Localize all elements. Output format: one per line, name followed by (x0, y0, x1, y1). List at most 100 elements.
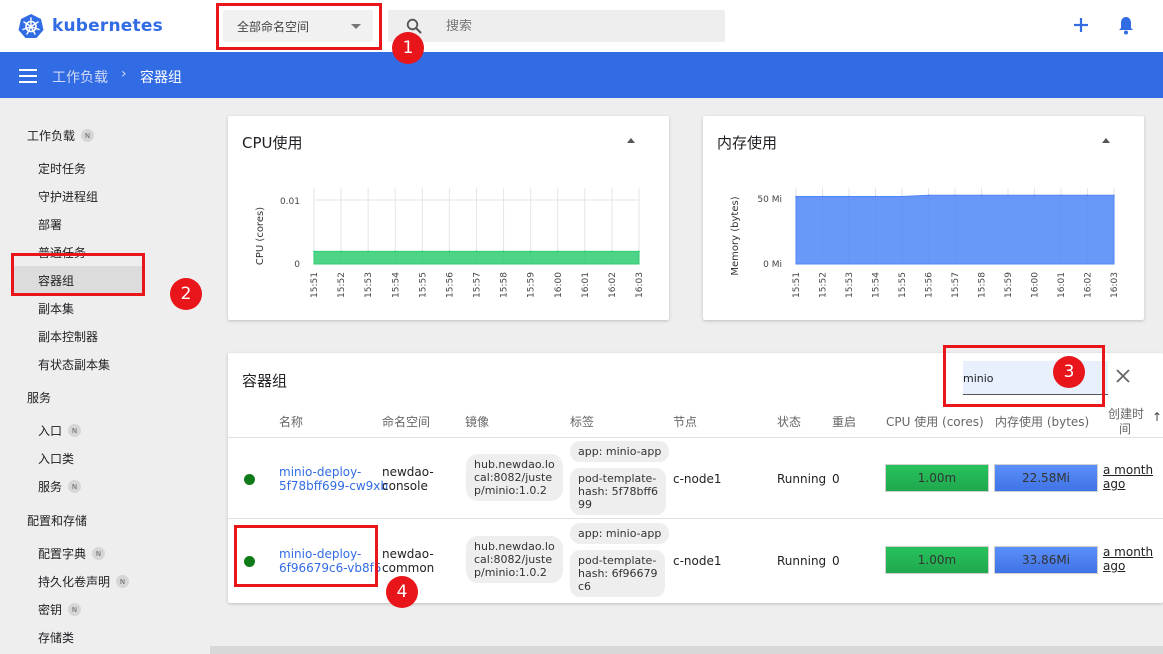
x-tick-label: 15:51 (310, 272, 320, 298)
pod-name-link[interactable]: minio-deploy- 5f78bff699-cw9xb (279, 465, 388, 493)
x-tick-label: 15:52 (819, 272, 829, 298)
sidebar-item-configmaps[interactable]: 配置字典 N (38, 545, 106, 562)
label-hash-line3: 99 (578, 498, 592, 511)
y-tick-label: 0 Mi (763, 260, 782, 270)
column-header-labels[interactable]: 标签 (570, 413, 594, 430)
sidebar-item-label: 配置字典 (38, 547, 87, 561)
cpu-usage-chart: 0.01 0 15:51 15:52 15:53 15:54 15:55 15:56 15:57… (255, 188, 645, 298)
sidebar-item-statefulsets[interactable]: 有状态副本集 (38, 356, 110, 373)
breadcrumb-workloads-link[interactable]: 工作负载 (52, 67, 108, 87)
x-tick-label: 15:54 (391, 272, 401, 298)
column-header-cpu[interactable]: CPU 使用 (cores) (886, 413, 984, 430)
sidebar-item-label: 入口 (38, 424, 63, 438)
sidebar-item-replicasets[interactable]: 副本集 (38, 300, 74, 317)
new-badge: N (68, 603, 82, 616)
label-chip-hash: pod-template- hash: 6f96679 c6 (570, 550, 666, 597)
data-point (1113, 194, 1115, 197)
sidebar-item-workloads[interactable]: 工作负载 N (27, 127, 95, 144)
column-header-memory[interactable]: 内存使用 (bytes) (995, 413, 1089, 430)
column-header-namespace[interactable]: 命名空间 (382, 413, 430, 430)
column-header-status[interactable]: 状态 (777, 413, 801, 430)
sidebar: 工作负载 N 定时任务 守护进程组 部署 普通任务 容器组 副本集 副本控制器 … (0, 98, 210, 654)
sidebar-item-storageclasses[interactable]: 存储类 (38, 629, 74, 646)
column-header-created-line2[interactable]: 间 (1119, 420, 1131, 437)
sidebar-item-pvcs[interactable]: 持久化卷声明 N (38, 573, 130, 590)
data-point (954, 194, 956, 197)
sidebar-item-ingressclasses[interactable]: 入口类 (38, 450, 74, 467)
close-filter-icon[interactable] (1116, 369, 1130, 383)
hamburger-menu-icon[interactable] (19, 69, 37, 83)
namespace-line1: newdao- (382, 547, 434, 561)
sidebar-item-label: 服务 (38, 480, 63, 494)
x-tick-label: 15:59 (1004, 272, 1014, 298)
image-line3: p/minio:1.0.2 (474, 566, 547, 579)
pod-age-link[interactable]: a month ago (1103, 545, 1153, 573)
x-tick-label: 16:02 (1084, 272, 1094, 298)
image-line2: cal:8082/juste (474, 553, 553, 566)
pod-age-link[interactable]: a month ago (1103, 463, 1153, 491)
data-point (421, 250, 424, 253)
image-line1: hub.newdao.lo (474, 458, 555, 471)
data-point (980, 194, 983, 197)
sidebar-item-ingresses[interactable]: 入口 N (38, 422, 82, 439)
label-hash-line2: hash: 6f96679 (578, 567, 658, 580)
search-bar[interactable] (388, 10, 725, 42)
sidebar-item-daemonsets[interactable]: 守护进程组 (38, 188, 98, 205)
data-point (584, 250, 586, 253)
memory-usage-chart: 50 Mi 0 Mi 15:51 15:52 15:53 15:54 15:55 15:56 1… (730, 188, 1120, 298)
data-point (1033, 194, 1036, 197)
sidebar-item-config-section[interactable]: 配置和存储 (27, 512, 87, 529)
label-chip-app: app: minio-app (570, 523, 670, 544)
annotation-marker-4: 4 (386, 576, 418, 608)
data-point (502, 250, 505, 253)
series-area (313, 250, 640, 265)
x-tick-label: 15:52 (337, 272, 347, 298)
sidebar-item-secrets[interactable]: 密钥 N (38, 601, 82, 618)
data-point (529, 250, 532, 253)
x-tick-label: 16:01 (1057, 272, 1067, 298)
x-tick-label: 16:00 (1031, 272, 1041, 298)
sort-ascending-icon[interactable]: ↑ (1152, 410, 1162, 424)
data-point (340, 250, 342, 253)
x-tick-label: 16:01 (581, 272, 591, 298)
sidebar-item-replicationcontrollers[interactable]: 副本控制器 (38, 328, 98, 345)
y-axis-label: Memory (bytes) (730, 196, 741, 275)
sidebar-item-deployments[interactable]: 部署 (38, 216, 62, 233)
column-header-image[interactable]: 镜像 (465, 413, 489, 430)
column-header-node[interactable]: 节点 (673, 413, 697, 430)
sidebar-item-services-section[interactable]: 服务 (27, 389, 51, 406)
data-point (448, 250, 451, 253)
pod-status: Running (777, 554, 827, 568)
data-point (611, 250, 613, 253)
x-tick-label: 15:56 (925, 272, 935, 298)
data-point (901, 195, 903, 198)
data-point (313, 250, 315, 253)
notifications-bell-icon[interactable] (1115, 14, 1137, 36)
create-plus-icon[interactable] (1070, 14, 1092, 36)
y-tick-label: 0 (294, 260, 300, 270)
label-chip-hash: pod-template- hash: 5f78bff6 99 (570, 468, 667, 515)
x-tick-label: 15:53 (845, 272, 855, 298)
data-point (1060, 194, 1062, 197)
sidebar-item-cronjobs[interactable]: 定时任务 (38, 160, 86, 177)
data-point (1007, 194, 1009, 197)
sidebar-item-services[interactable]: 服务 N (38, 478, 82, 495)
x-tick-label: 15:55 (898, 272, 908, 298)
memory-usage-value: 33.86Mi (1021, 553, 1071, 567)
search-input[interactable] (446, 18, 706, 34)
kubernetes-logo[interactable]: kubernetes (18, 13, 163, 39)
memory-usage-bar: 22.58Mi (994, 464, 1098, 492)
image-chip: hub.newdao.lo cal:8082/juste p/minio:1.0… (466, 536, 563, 583)
annotation-marker-2: 2 (170, 278, 202, 310)
data-point (556, 250, 559, 253)
y-tick-label: 50 Mi (757, 195, 782, 205)
pod-namespace: newdao- common (382, 547, 434, 575)
image-line3: p/minio:1.0.2 (474, 484, 547, 497)
data-point (394, 250, 397, 253)
data-point (1086, 194, 1089, 197)
column-header-restarts[interactable]: 重启 (832, 413, 856, 430)
column-header-name[interactable]: 名称 (279, 413, 303, 430)
horizontal-scrollbar[interactable] (210, 646, 1163, 654)
x-tick-label: 15:58 (978, 272, 988, 298)
x-tick-label: 15:56 (445, 272, 455, 298)
